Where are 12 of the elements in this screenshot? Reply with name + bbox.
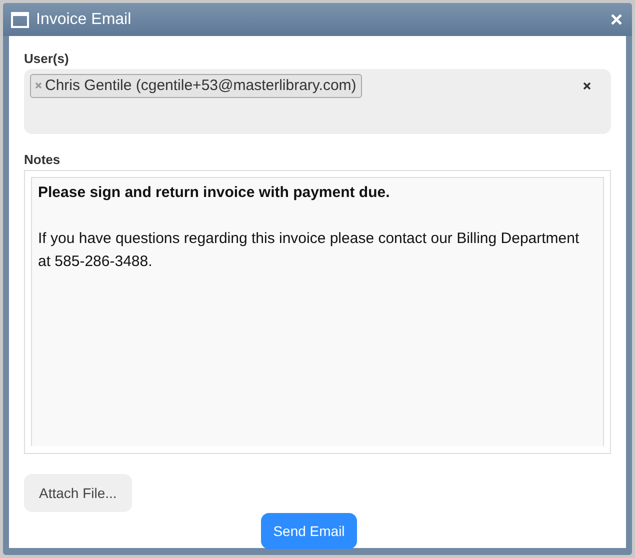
close-button[interactable] <box>611 14 622 25</box>
users-field[interactable]: Chris Gentile (cgentile+53@masterlibrary.com) <box>24 69 611 134</box>
window-icon <box>11 12 29 28</box>
user-name: Chris Gentile (cgentile+53@masterlibrary.com) <box>45 77 356 94</box>
clear-button[interactable] <box>583 82 591 90</box>
field-label: User(s) <box>24 51 69 66</box>
remove-button[interactable] <box>35 82 42 89</box>
window-title: Invoice Email <box>36 10 132 28</box>
attach-button[interactable]: Attach File... <box>24 474 132 512</box>
field-label: Notes <box>24 152 60 167</box>
note-paragraph: Please sign and return invoice with payment due. <box>38 183 391 203</box>
note-paragraph: If you have questions regarding this invoice please contact our Billing Department at 585-286-3488. <box>38 229 580 272</box>
